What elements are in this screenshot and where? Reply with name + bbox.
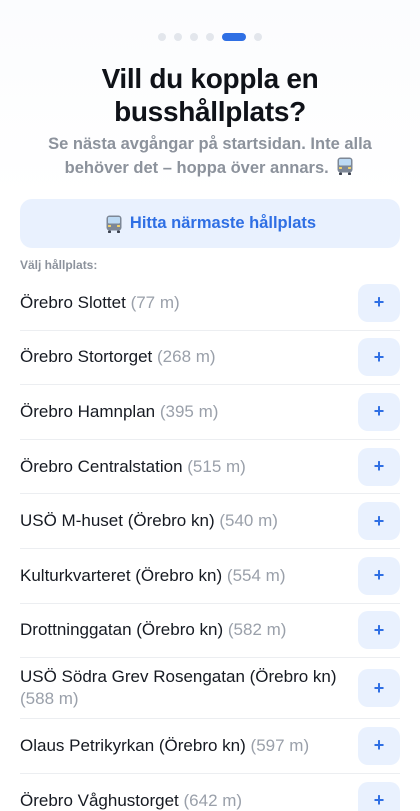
stop-label: Örebro Slottet (77 m) <box>20 292 358 314</box>
stop-label: Örebro Våghustorget (642 m) <box>20 790 358 811</box>
stop-label: Drottninggatan (Örebro kn) (582 m) <box>20 619 358 641</box>
plus-icon: + <box>373 510 385 531</box>
stop-distance: (515 m) <box>187 456 246 476</box>
stop-row: Örebro Centralstation (515 m) + <box>20 440 400 495</box>
stop-label: Örebro Hamnplan (395 m) <box>20 401 358 423</box>
stop-name: USÖ Södra Grev Rosengatan (Örebro kn) <box>20 667 337 687</box>
add-stop-button[interactable]: + <box>358 669 400 708</box>
stop-row: Olaus Petrikyrkan (Örebro kn) (597 m) + <box>20 719 400 774</box>
stop-label: Örebro Centralstation (515 m) <box>20 456 358 478</box>
onboarding-screen: Vill du koppla en busshållplats? Se näst… <box>0 0 420 811</box>
stop-distance: (582 m) <box>227 620 287 640</box>
bus-icon <box>335 156 355 176</box>
stop-name: Kulturkvarteret (Örebro kn) <box>20 565 223 585</box>
stop-label: USÖ M-huset (Örebro kn) (540 m) <box>20 510 358 532</box>
add-stop-button[interactable]: + <box>358 447 400 486</box>
page-dot[interactable] <box>190 33 198 41</box>
page-dot-active[interactable] <box>222 33 246 41</box>
stop-name: USÖ M-huset (Örebro kn) <box>20 511 215 531</box>
stop-distance: (597 m) <box>250 735 310 755</box>
page-dot[interactable] <box>174 33 182 41</box>
stop-name: Örebro Stortorget <box>20 347 153 367</box>
stop-row: Örebro Våghustorget (642 m) + <box>20 774 400 811</box>
plus-icon: + <box>373 790 385 811</box>
stop-distance: (268 m) <box>157 347 216 367</box>
stop-row: USÖ Södra Grev Rosengatan (Örebro kn) (5… <box>20 658 400 720</box>
plus-icon: + <box>373 619 385 640</box>
find-nearest-stop-button[interactable]: Hitta närmaste hållplats <box>20 199 400 248</box>
add-stop-button[interactable]: + <box>358 338 400 377</box>
add-stop-button[interactable]: + <box>358 392 400 431</box>
page-dot[interactable] <box>206 33 214 41</box>
stop-distance: (554 m) <box>226 565 286 585</box>
plus-icon: + <box>373 677 385 698</box>
page-title: Vill du koppla en busshållplats? <box>101 63 319 127</box>
plus-icon: + <box>373 346 385 367</box>
add-stop-button[interactable]: + <box>358 502 400 541</box>
subtitle-text: Se nästa avgångar på startsidan. Inte al… <box>48 135 372 177</box>
stop-name: Örebro Våghustorget <box>20 790 179 810</box>
stop-name: Örebro Hamnplan <box>20 401 156 421</box>
plus-icon: + <box>373 401 385 422</box>
add-stop-button[interactable]: + <box>358 781 400 811</box>
plus-icon: + <box>373 292 385 313</box>
stop-row: Kulturkvarteret (Örebro kn) (554 m) + <box>20 549 400 604</box>
plus-icon: + <box>373 456 385 477</box>
add-stop-button[interactable]: + <box>358 611 400 650</box>
stop-list: Örebro Slottet (77 m) + Örebro Stortorge… <box>20 276 400 811</box>
stop-distance: (642 m) <box>183 790 243 810</box>
stop-distance: (588 m) <box>20 689 79 709</box>
stop-label: Örebro Stortorget (268 m) <box>20 346 358 368</box>
stop-distance: (77 m) <box>130 292 180 312</box>
stop-label: USÖ Södra Grev Rosengatan (Örebro kn) (5… <box>20 666 358 710</box>
stop-name: Olaus Petrikyrkan (Örebro kn) <box>20 735 246 755</box>
find-nearest-stop-label: Hitta närmaste hållplats <box>129 214 317 232</box>
page-dot[interactable] <box>254 33 262 41</box>
stop-row: Drottninggatan (Örebro kn) (582 m) + <box>20 604 400 659</box>
add-stop-button[interactable]: + <box>358 283 400 322</box>
stop-label: Kulturkvarteret (Örebro kn) (554 m) <box>20 565 358 587</box>
stop-row: USÖ M-huset (Örebro kn) (540 m) + <box>20 494 400 549</box>
page-dot[interactable] <box>158 33 166 41</box>
stop-label: Olaus Petrikyrkan (Örebro kn) (597 m) <box>20 735 358 757</box>
bus-icon <box>104 214 124 234</box>
stop-row: Örebro Hamnplan (395 m) + <box>20 385 400 440</box>
stop-distance: (540 m) <box>219 511 278 531</box>
stop-row: Örebro Slottet (77 m) + <box>20 276 400 331</box>
plus-icon: + <box>373 565 385 586</box>
page-subtitle: Se nästa avgångar på startsidan. Inte al… <box>20 133 400 180</box>
add-stop-button[interactable]: + <box>358 556 400 595</box>
stop-name: Örebro Centralstation <box>20 456 183 476</box>
add-stop-button[interactable]: + <box>358 726 400 765</box>
plus-icon: + <box>373 735 385 756</box>
stop-row: Örebro Stortorget (268 m) + <box>20 331 400 386</box>
stop-name: Örebro Slottet <box>20 292 126 312</box>
section-label: Välj hållplats: <box>20 258 98 272</box>
stop-name: Drottninggatan (Örebro kn) <box>20 620 224 640</box>
stop-distance: (395 m) <box>159 401 219 421</box>
pagination-dots <box>0 33 420 41</box>
